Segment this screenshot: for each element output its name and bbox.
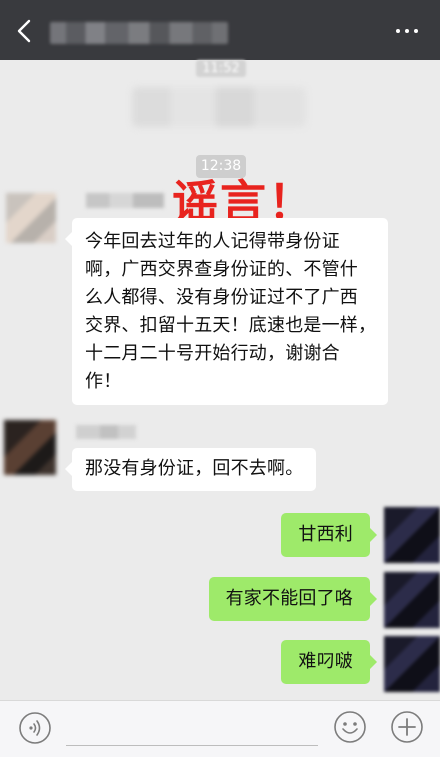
timestamp: 11:52 <box>196 60 246 77</box>
message-line: 难叼啵 <box>298 651 353 672</box>
more-dots-icon <box>405 29 409 33</box>
more-dots-icon <box>396 29 400 33</box>
more-button[interactable] <box>392 26 422 36</box>
message-line: 交界、扣留十五天！底速也是一样， <box>85 315 377 336</box>
system-message-redacted <box>132 87 306 127</box>
message-bubble[interactable]: 难叼啵 <box>281 640 377 684</box>
back-button[interactable] <box>10 16 38 46</box>
plus-icon <box>391 711 423 743</box>
message-line: 今年回去过年的人记得带身份证 <box>85 231 340 252</box>
message-line: 作！ <box>85 371 122 392</box>
message-line: 甘西利 <box>298 524 353 545</box>
avatar[interactable] <box>384 572 440 628</box>
message-line: 啊，广西交界查身份证的、不管什 <box>85 259 358 280</box>
message-line: 有家不能回了咯 <box>225 588 353 609</box>
message-line: 那没有身份证，回不去啊。 <box>85 458 304 479</box>
emoji-icon <box>334 711 366 743</box>
avatar[interactable] <box>384 507 440 563</box>
message-line: 么人都得、没有身份证过不了广西 <box>85 287 358 308</box>
sender-name-redacted <box>76 425 136 439</box>
avatar[interactable] <box>6 193 56 243</box>
input-bar <box>0 700 440 757</box>
emoji-button[interactable] <box>333 710 367 744</box>
voice-icon <box>19 712 51 744</box>
more-dots-icon <box>414 29 418 33</box>
chat-header <box>0 0 440 60</box>
avatar[interactable] <box>4 420 56 475</box>
message-bubble[interactable]: 今年回去过年的人记得带身份证 啊，广西交界查身份证的、不管什 么人都得、没有身份… <box>64 218 389 405</box>
voice-button[interactable] <box>18 711 52 745</box>
message-line: 十二月二十号开始行动，谢谢合 <box>85 343 340 364</box>
sender-name-redacted <box>86 193 164 208</box>
message-bubble[interactable]: 那没有身份证，回不去啊。 <box>64 448 317 491</box>
more-functions-button[interactable] <box>390 710 424 744</box>
avatar[interactable] <box>384 636 440 692</box>
message-bubble[interactable]: 甘西利 <box>281 513 377 557</box>
message-bubble[interactable]: 有家不能回了咯 <box>208 577 378 621</box>
message-input[interactable] <box>66 745 318 746</box>
chevron-left-icon <box>17 19 31 43</box>
chat-title-redacted <box>50 22 228 44</box>
